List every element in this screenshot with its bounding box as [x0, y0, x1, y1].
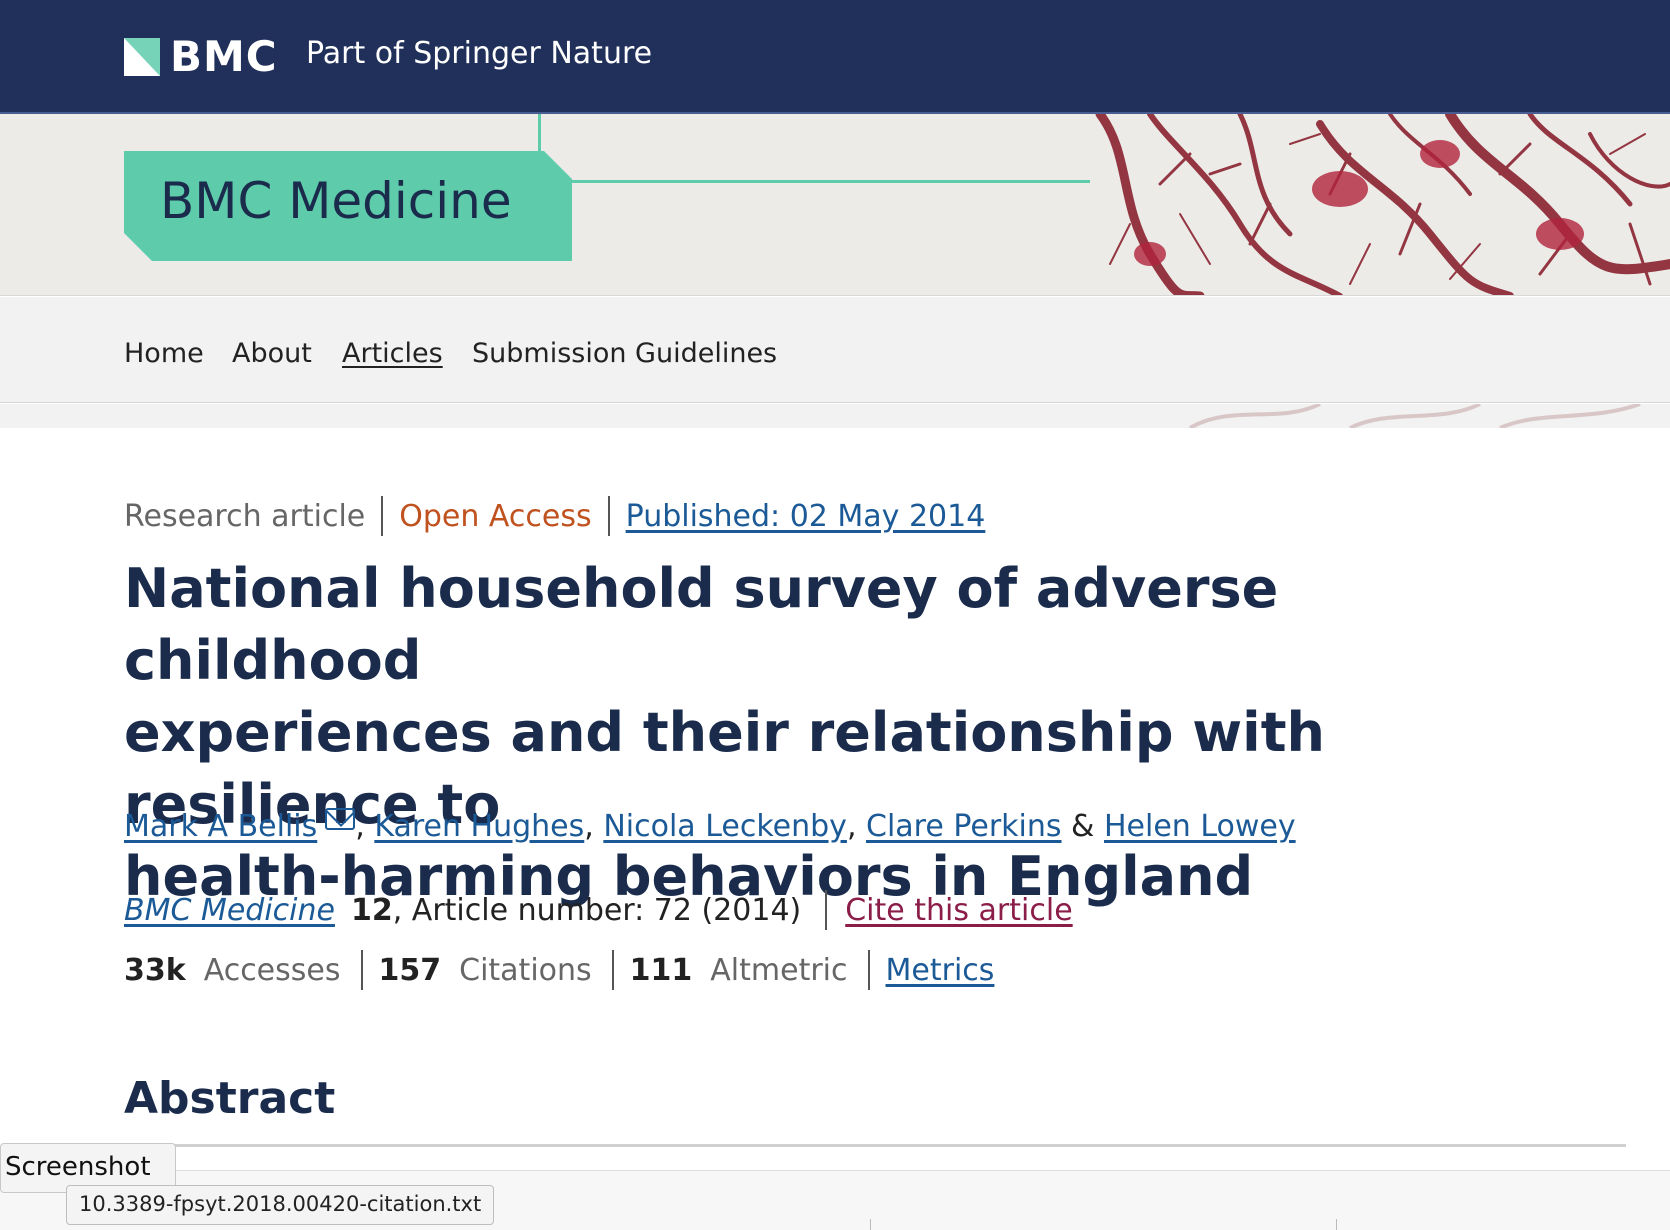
journal-link[interactable]: BMC Medicine [124, 893, 335, 928]
author-link[interactable]: Helen Lowey [1104, 809, 1296, 844]
divider [867, 950, 870, 990]
author-link[interactable]: Karen Hughes [374, 809, 584, 844]
author-separator: , [355, 809, 375, 844]
divider [607, 496, 610, 536]
nav-bottom-strip [0, 404, 1670, 428]
metrics-line: 33k Accesses 157 Citations 111 Altmetric… [124, 950, 994, 990]
author-link[interactable]: Nicola Leckenby [603, 809, 847, 844]
banner-accent-line [538, 114, 541, 154]
blood-vessel-image [1188, 404, 1641, 428]
article-number: , Article number: 72 (2014) [392, 892, 802, 928]
author-link[interactable]: Clare Perkins [866, 809, 1062, 844]
metrics-link[interactable]: Metrics [886, 953, 995, 988]
citations-count: 157 [378, 952, 442, 988]
abstract-heading: Abstract [124, 1073, 336, 1124]
divider [381, 496, 384, 536]
divider [360, 950, 363, 990]
download-file-item[interactable]: 10.3389-fpsyt.2018.00420-citation.txt [66, 1185, 495, 1225]
divider [870, 1219, 871, 1230]
bmc-logo[interactable]: BMC [124, 32, 278, 81]
bmc-brand-text: BMC [170, 32, 278, 81]
altmetric-label: Altmetric [710, 952, 848, 988]
article-title-line: National household survey of adverse chi… [124, 557, 1279, 692]
open-access-badge: Open Access [399, 498, 592, 534]
article-meta-line: Research article Open Access Published: … [124, 496, 985, 536]
springer-nature-tagline[interactable]: Part of Springer Nature [306, 36, 652, 71]
article-title: National household survey of adverse chi… [124, 553, 1584, 913]
volume-number: 12 [350, 892, 393, 928]
published-date-link[interactable]: Published: 02 May 2014 [626, 499, 986, 534]
bmc-logo-icon [124, 37, 160, 76]
journal-title[interactable]: BMC Medicine [160, 172, 512, 230]
nav-item-submission-guidelines[interactable]: Submission Guidelines [472, 338, 777, 369]
nav-item-about[interactable]: About [232, 338, 312, 369]
abstract-divider [124, 1144, 1626, 1147]
altmetric-score: 111 [629, 952, 693, 988]
top-header-bar: BMC Part of Springer Nature [0, 0, 1670, 114]
divider [1336, 1219, 1337, 1230]
blood-vessel-image [1090, 114, 1670, 295]
nav-item-home[interactable]: Home [124, 338, 204, 369]
author-separator: & [1061, 809, 1104, 844]
citation-line: BMC Medicine 12 , Article number: 72 (20… [124, 890, 1073, 930]
author-separator: , [584, 809, 604, 844]
journal-nav: Home About Articles Submission Guideline… [0, 297, 1670, 403]
article-type: Research article [124, 498, 366, 534]
citations-label: Citations [459, 952, 592, 988]
cite-this-article-link[interactable]: Cite this article [845, 893, 1072, 928]
divider [825, 890, 828, 930]
divider [611, 950, 614, 990]
author-separator: , [846, 809, 867, 844]
journal-banner: BMC Medicine [0, 114, 1670, 296]
author-list: Mark A Bellis, Karen Hughes, Nicola Leck… [124, 808, 1296, 844]
accesses-label: Accesses [203, 952, 341, 988]
accesses-count: 33k [124, 952, 186, 988]
email-icon[interactable] [325, 808, 356, 830]
author-link[interactable]: Mark A Bellis [124, 809, 317, 844]
nav-item-articles[interactable]: Articles [342, 338, 443, 369]
